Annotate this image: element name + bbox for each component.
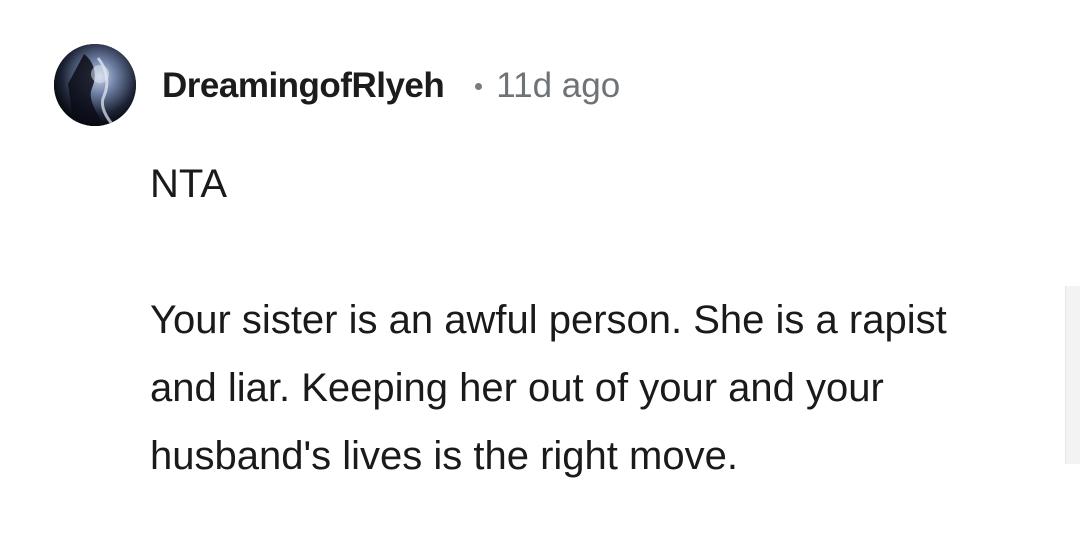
- comment-paragraph: Your sister is an awful person. She is a…: [150, 298, 947, 478]
- username-link[interactable]: DreamingofRlyeh: [162, 66, 445, 106]
- comment-body: NTA Your sister is an awful person. She …: [150, 150, 990, 490]
- comment-timestamp: 11d ago: [496, 66, 621, 105]
- comment-verdict: NTA: [150, 162, 228, 206]
- comment-header: DreamingofRlyeh 11d ago: [162, 58, 620, 114]
- user-avatar[interactable]: [54, 44, 136, 126]
- scrollbar-track[interactable]: [1065, 286, 1080, 464]
- avatar-image-icon: [54, 44, 136, 126]
- separator-dot-icon: [475, 82, 483, 90]
- comment-card: DreamingofRlyeh 11d ago NTA Your sister …: [0, 0, 1080, 548]
